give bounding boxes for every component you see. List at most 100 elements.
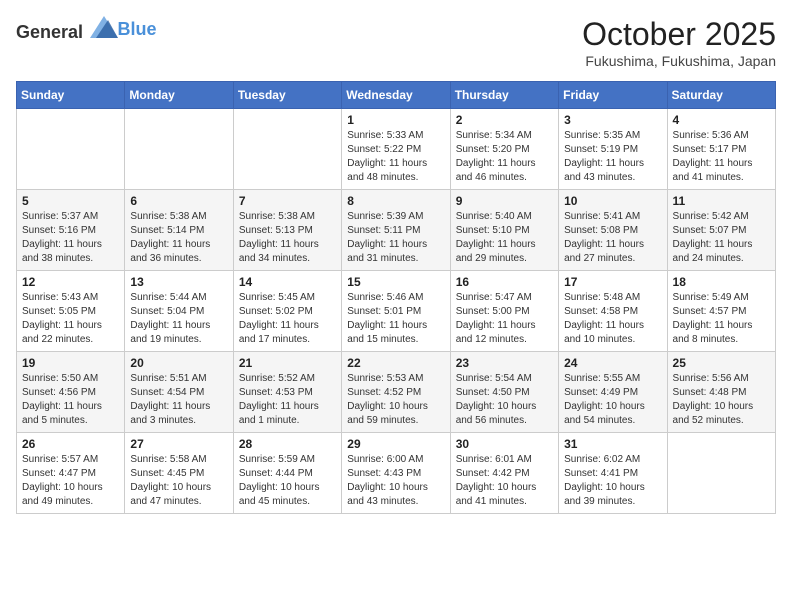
day-number: 3 [564,113,661,127]
day-cell-16: 16 Sunrise: 5:47 AM Sunset: 5:00 PM Dayli… [450,271,558,352]
day-cell-12: 12 Sunrise: 5:43 AM Sunset: 5:05 PM Dayli… [17,271,125,352]
day-info: Sunrise: 5:52 AM Sunset: 4:53 PM Dayligh… [239,372,336,428]
day-info: Sunrise: 5:37 AM Sunset: 5:16 PM Dayligh… [22,210,119,266]
day-info: Sunrise: 5:46 AM Sunset: 5:01 PM Dayligh… [347,291,444,347]
day-number: 11 [673,194,770,208]
header: General Blue October 2025 Fukushima, Fuk… [16,16,776,69]
day-info: Sunrise: 5:55 AM Sunset: 4:49 PM Dayligh… [564,372,661,428]
day-cell-20: 20 Sunrise: 5:51 AM Sunset: 4:54 PM Dayli… [125,352,233,433]
day-cell-1: 1 Sunrise: 5:33 AM Sunset: 5:22 PM Daylig… [342,109,450,190]
day-info: Sunrise: 5:48 AM Sunset: 4:58 PM Dayligh… [564,291,661,347]
title-area: October 2025 Fukushima, Fukushima, Japan [582,16,776,69]
header-day-tuesday: Tuesday [233,82,341,109]
header-day-thursday: Thursday [450,82,558,109]
day-number: 23 [456,356,553,370]
day-info: Sunrise: 5:47 AM Sunset: 5:00 PM Dayligh… [456,291,553,347]
day-info: Sunrise: 5:40 AM Sunset: 5:10 PM Dayligh… [456,210,553,266]
day-cell-10: 10 Sunrise: 5:41 AM Sunset: 5:08 PM Dayli… [559,190,667,271]
day-info: Sunrise: 6:00 AM Sunset: 4:43 PM Dayligh… [347,453,444,509]
day-number: 18 [673,275,770,289]
day-cell-2: 2Sunrise: 5:34 AM Sunset: 5:20 PM Daylig… [450,109,558,190]
day-info: Sunrise: 5:33 AM Sunset: 5:22 PM Dayligh… [347,129,444,185]
day-cell-31: 31 Sunrise: 6:02 AM Sunset: 4:41 PM Dayli… [559,433,667,514]
day-info: Sunrise: 5:50 AM Sunset: 4:56 PM Dayligh… [22,372,119,428]
day-info: Sunrise: 5:41 AM Sunset: 5:08 PM Dayligh… [564,210,661,266]
day-number: 19 [22,356,119,370]
day-cell-24: 24 Sunrise: 5:55 AM Sunset: 4:49 PM Dayli… [559,352,667,433]
day-cell-30: 30Sunrise: 6:01 AM Sunset: 4:42 PM Dayli… [450,433,558,514]
logo-icon [90,16,118,38]
day-number: 16 [456,275,553,289]
day-info: Sunrise: 5:54 AM Sunset: 4:50 PM Dayligh… [456,372,553,428]
day-info: Sunrise: 5:39 AM Sunset: 5:11 PM Dayligh… [347,210,444,266]
day-cell-6: 6 Sunrise: 5:38 AM Sunset: 5:14 PM Daylig… [125,190,233,271]
day-info: Sunrise: 5:38 AM Sunset: 5:14 PM Dayligh… [130,210,227,266]
day-number: 8 [347,194,444,208]
day-cell-4: 4 Sunrise: 5:36 AM Sunset: 5:17 PM Daylig… [667,109,775,190]
day-number: 31 [564,437,661,451]
week-row-1: 1 Sunrise: 5:33 AM Sunset: 5:22 PM Daylig… [17,109,776,190]
day-number: 27 [130,437,227,451]
day-cell-17: 17 Sunrise: 5:48 AM Sunset: 4:58 PM Dayli… [559,271,667,352]
day-info: Sunrise: 5:51 AM Sunset: 4:54 PM Dayligh… [130,372,227,428]
logo: General Blue [16,16,157,43]
empty-cell [125,109,233,190]
day-cell-7: 7Sunrise: 5:38 AM Sunset: 5:13 PM Daylig… [233,190,341,271]
day-cell-11: 11 Sunrise: 5:42 AM Sunset: 5:07 PM Dayli… [667,190,775,271]
day-cell-22: 22Sunrise: 5:53 AM Sunset: 4:52 PM Dayli… [342,352,450,433]
day-number: 7 [239,194,336,208]
week-row-5: 26Sunrise: 5:57 AM Sunset: 4:47 PM Dayli… [17,433,776,514]
day-info: Sunrise: 6:02 AM Sunset: 4:41 PM Dayligh… [564,453,661,509]
empty-cell [17,109,125,190]
day-number: 4 [673,113,770,127]
day-cell-25: 25Sunrise: 5:56 AM Sunset: 4:48 PM Dayli… [667,352,775,433]
day-cell-3: 3 Sunrise: 5:35 AM Sunset: 5:19 PM Daylig… [559,109,667,190]
day-info: Sunrise: 5:56 AM Sunset: 4:48 PM Dayligh… [673,372,770,428]
day-info: Sunrise: 5:43 AM Sunset: 5:05 PM Dayligh… [22,291,119,347]
day-number: 6 [130,194,227,208]
day-number: 24 [564,356,661,370]
day-number: 22 [347,356,444,370]
day-info: Sunrise: 5:42 AM Sunset: 5:07 PM Dayligh… [673,210,770,266]
day-number: 17 [564,275,661,289]
day-cell-14: 14Sunrise: 5:45 AM Sunset: 5:02 PM Dayli… [233,271,341,352]
day-cell-8: 8 Sunrise: 5:39 AM Sunset: 5:11 PM Daylig… [342,190,450,271]
empty-cell [233,109,341,190]
day-number: 1 [347,113,444,127]
day-info: Sunrise: 5:49 AM Sunset: 4:57 PM Dayligh… [673,291,770,347]
day-info: Sunrise: 6:01 AM Sunset: 4:42 PM Dayligh… [456,453,553,509]
day-info: Sunrise: 5:58 AM Sunset: 4:45 PM Dayligh… [130,453,227,509]
day-number: 20 [130,356,227,370]
day-number: 10 [564,194,661,208]
month-title: October 2025 [582,16,776,53]
day-cell-13: 13 Sunrise: 5:44 AM Sunset: 5:04 PM Dayli… [125,271,233,352]
day-number: 14 [239,275,336,289]
day-info: Sunrise: 5:59 AM Sunset: 4:44 PM Dayligh… [239,453,336,509]
week-row-4: 19 Sunrise: 5:50 AM Sunset: 4:56 PM Dayli… [17,352,776,433]
week-row-2: 5 Sunrise: 5:37 AM Sunset: 5:16 PM Daylig… [17,190,776,271]
header-day-sunday: Sunday [17,82,125,109]
day-number: 21 [239,356,336,370]
day-cell-29: 29 Sunrise: 6:00 AM Sunset: 4:43 PM Dayli… [342,433,450,514]
day-info: Sunrise: 5:57 AM Sunset: 4:47 PM Dayligh… [22,453,119,509]
day-cell-27: 27 Sunrise: 5:58 AM Sunset: 4:45 PM Dayli… [125,433,233,514]
day-number: 5 [22,194,119,208]
day-info: Sunrise: 5:35 AM Sunset: 5:19 PM Dayligh… [564,129,661,185]
day-number: 29 [347,437,444,451]
day-number: 9 [456,194,553,208]
header-day-saturday: Saturday [667,82,775,109]
header-day-wednesday: Wednesday [342,82,450,109]
day-number: 12 [22,275,119,289]
day-info: Sunrise: 5:44 AM Sunset: 5:04 PM Dayligh… [130,291,227,347]
logo-general: General [16,22,83,42]
day-cell-5: 5 Sunrise: 5:37 AM Sunset: 5:16 PM Daylig… [17,190,125,271]
day-cell-23: 23 Sunrise: 5:54 AM Sunset: 4:50 PM Dayli… [450,352,558,433]
day-number: 13 [130,275,227,289]
day-cell-9: 9 Sunrise: 5:40 AM Sunset: 5:10 PM Daylig… [450,190,558,271]
day-cell-28: 28 Sunrise: 5:59 AM Sunset: 4:44 PM Dayli… [233,433,341,514]
day-cell-26: 26Sunrise: 5:57 AM Sunset: 4:47 PM Dayli… [17,433,125,514]
day-info: Sunrise: 5:36 AM Sunset: 5:17 PM Dayligh… [673,129,770,185]
header-day-monday: Monday [125,82,233,109]
day-number: 28 [239,437,336,451]
header-row: SundayMondayTuesdayWednesdayThursdayFrid… [17,82,776,109]
